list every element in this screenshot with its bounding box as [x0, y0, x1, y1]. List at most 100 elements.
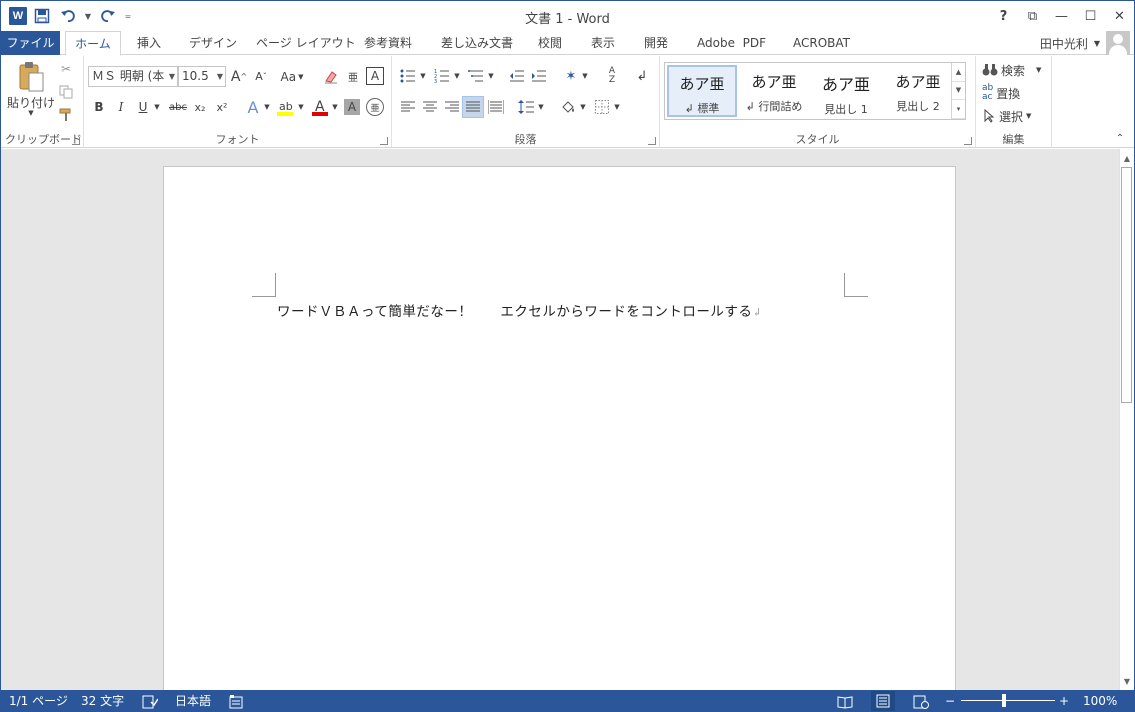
- style-heading-2[interactable]: あア亜 見出し 2: [883, 65, 953, 117]
- find-button[interactable]: 検索 ▼: [982, 60, 1046, 80]
- multilevel-list-icon[interactable]: [466, 66, 486, 86]
- scroll-up-icon[interactable]: ▲: [1120, 151, 1134, 165]
- asian-layout-icon[interactable]: ✶: [560, 66, 582, 86]
- maximize-button[interactable]: ☐: [1076, 1, 1105, 31]
- tab-insert[interactable]: 挿入: [137, 31, 161, 55]
- line-spacing-dropdown-icon[interactable]: ▼: [536, 97, 546, 117]
- zoom-slider-thumb[interactable]: [1002, 694, 1006, 707]
- text-effects-icon[interactable]: A: [242, 97, 264, 117]
- superscript-button[interactable]: x²: [212, 97, 232, 117]
- web-layout-icon[interactable]: [913, 694, 929, 709]
- styles-scroll-down-icon[interactable]: ▼: [952, 82, 965, 101]
- tab-references[interactable]: 参考資料: [364, 31, 412, 55]
- decrease-indent-icon[interactable]: [507, 66, 527, 86]
- bold-button[interactable]: B: [90, 97, 108, 117]
- character-border-icon[interactable]: A: [366, 67, 384, 85]
- bullets-dropdown-icon[interactable]: ▼: [418, 66, 428, 86]
- read-mode-icon[interactable]: [837, 694, 853, 709]
- style-heading-1[interactable]: あア亜 見出し 1: [811, 65, 881, 117]
- paste-icon[interactable]: [13, 60, 49, 94]
- strikethrough-button[interactable]: abc: [166, 97, 190, 117]
- numbering-dropdown-icon[interactable]: ▼: [452, 66, 462, 86]
- distributed-icon[interactable]: [486, 97, 506, 117]
- close-button[interactable]: ✕: [1105, 1, 1134, 31]
- style-no-spacing[interactable]: あア亜 ↲ 行間詰め: [739, 65, 809, 117]
- zoom-out-button[interactable]: −: [945, 690, 955, 712]
- format-painter-icon[interactable]: [57, 106, 75, 124]
- bullets-icon[interactable]: [398, 66, 418, 86]
- paragraph-launcher-icon[interactable]: [648, 137, 656, 145]
- borders-dropdown-icon[interactable]: ▼: [612, 97, 622, 117]
- select-button[interactable]: 選択 ▼: [982, 106, 1046, 126]
- tab-design[interactable]: デザイン: [189, 31, 237, 55]
- line-spacing-icon[interactable]: [516, 97, 536, 117]
- styles-scroll-up-icon[interactable]: ▲: [952, 63, 965, 82]
- asian-layout-dropdown-icon[interactable]: ▼: [580, 66, 590, 86]
- increase-indent-icon[interactable]: [529, 66, 549, 86]
- language-indicator[interactable]: 日本語: [175, 690, 211, 712]
- help-button[interactable]: ?: [989, 1, 1018, 31]
- vertical-scrollbar[interactable]: ▲ ▼: [1119, 149, 1134, 690]
- borders-icon[interactable]: [592, 97, 612, 117]
- justify-icon[interactable]: [462, 96, 484, 118]
- zoom-in-button[interactable]: +: [1059, 690, 1069, 712]
- tab-page-layout[interactable]: ページ レイアウト: [256, 31, 356, 55]
- change-case-button[interactable]: Aa ▼: [277, 66, 307, 87]
- character-shading-icon[interactable]: A: [344, 99, 360, 115]
- shading-icon[interactable]: [558, 97, 578, 117]
- sort-icon[interactable]: AZ: [602, 66, 622, 86]
- clear-formatting-icon[interactable]: [321, 66, 341, 87]
- show-marks-icon[interactable]: ↲: [632, 66, 652, 86]
- highlight-dropdown-icon[interactable]: ▼: [296, 97, 306, 117]
- tab-view[interactable]: 表示: [591, 31, 615, 55]
- font-color-dropdown-icon[interactable]: ▼: [330, 97, 340, 117]
- font-color-icon[interactable]: A: [310, 97, 330, 117]
- copy-icon[interactable]: [57, 83, 75, 101]
- macro-recording-icon[interactable]: [229, 694, 243, 709]
- grow-font-button[interactable]: A ^: [229, 66, 249, 87]
- text-effects-dropdown-icon[interactable]: ▼: [262, 97, 272, 117]
- tab-mailings[interactable]: 差し込み文書: [441, 31, 513, 55]
- font-name-combo[interactable]: ＭＳ 明朝 (本 ▼: [88, 66, 178, 87]
- font-size-combo[interactable]: 10.5 ▼: [178, 66, 226, 87]
- multilevel-dropdown-icon[interactable]: ▼: [486, 66, 496, 86]
- zoom-level[interactable]: 100%: [1083, 690, 1117, 712]
- proofing-icon[interactable]: [142, 694, 159, 709]
- paragraph-text[interactable]: ワードＶＢＡって簡単だなー！ エクセルからワードをコントロールする: [277, 304, 752, 320]
- document-page[interactable]: ワードＶＢＡって簡単だなー！ エクセルからワードをコントロールする↲: [163, 166, 956, 690]
- highlight-icon[interactable]: ab: [274, 97, 296, 117]
- shrink-font-button[interactable]: Aˇ: [251, 66, 271, 87]
- tab-file[interactable]: ファイル: [1, 31, 60, 55]
- zoom-slider-track[interactable]: [961, 700, 1055, 701]
- italic-button[interactable]: I: [112, 97, 130, 117]
- subscript-button[interactable]: x₂: [190, 97, 210, 117]
- cut-icon[interactable]: ✂: [57, 60, 75, 78]
- minimize-button[interactable]: —: [1047, 1, 1076, 31]
- user-account[interactable]: 田中光利 ▼: [1040, 31, 1130, 55]
- collapse-ribbon-icon[interactable]: ⌃: [1113, 132, 1127, 144]
- tab-home[interactable]: ホーム: [65, 31, 121, 56]
- paste-dropdown-icon[interactable]: ▼: [25, 108, 37, 118]
- enclose-characters-icon[interactable]: 亜: [366, 98, 384, 116]
- clipboard-launcher-icon[interactable]: [72, 137, 80, 145]
- align-right-icon[interactable]: [442, 97, 462, 117]
- document-text[interactable]: ワードＶＢＡって簡単だなー！ エクセルからワードをコントロールする↲: [277, 300, 762, 320]
- avatar[interactable]: [1106, 31, 1130, 55]
- print-layout-icon[interactable]: [871, 691, 895, 711]
- scroll-down-icon[interactable]: ▼: [1120, 674, 1134, 688]
- styles-launcher-icon[interactable]: [964, 137, 972, 145]
- page-count[interactable]: 1/1 ページ: [9, 690, 68, 712]
- styles-more-icon[interactable]: ▾: [952, 100, 965, 119]
- style-normal[interactable]: あア亜 ↲ 標準: [667, 65, 737, 117]
- user-name[interactable]: 田中光利: [1040, 35, 1088, 52]
- scroll-thumb[interactable]: [1121, 167, 1132, 403]
- numbering-icon[interactable]: 123: [432, 66, 452, 86]
- align-center-icon[interactable]: [420, 97, 440, 117]
- tab-review[interactable]: 校閲: [538, 31, 562, 55]
- tab-adobe-pdf[interactable]: Adobe PDF: [697, 31, 766, 55]
- word-count[interactable]: 32 文字: [81, 690, 124, 712]
- tab-developer[interactable]: 開発: [644, 31, 668, 55]
- underline-dropdown-icon[interactable]: ▼: [152, 97, 162, 117]
- tab-acrobat[interactable]: ACROBAT: [793, 31, 850, 55]
- underline-button[interactable]: U: [134, 97, 152, 117]
